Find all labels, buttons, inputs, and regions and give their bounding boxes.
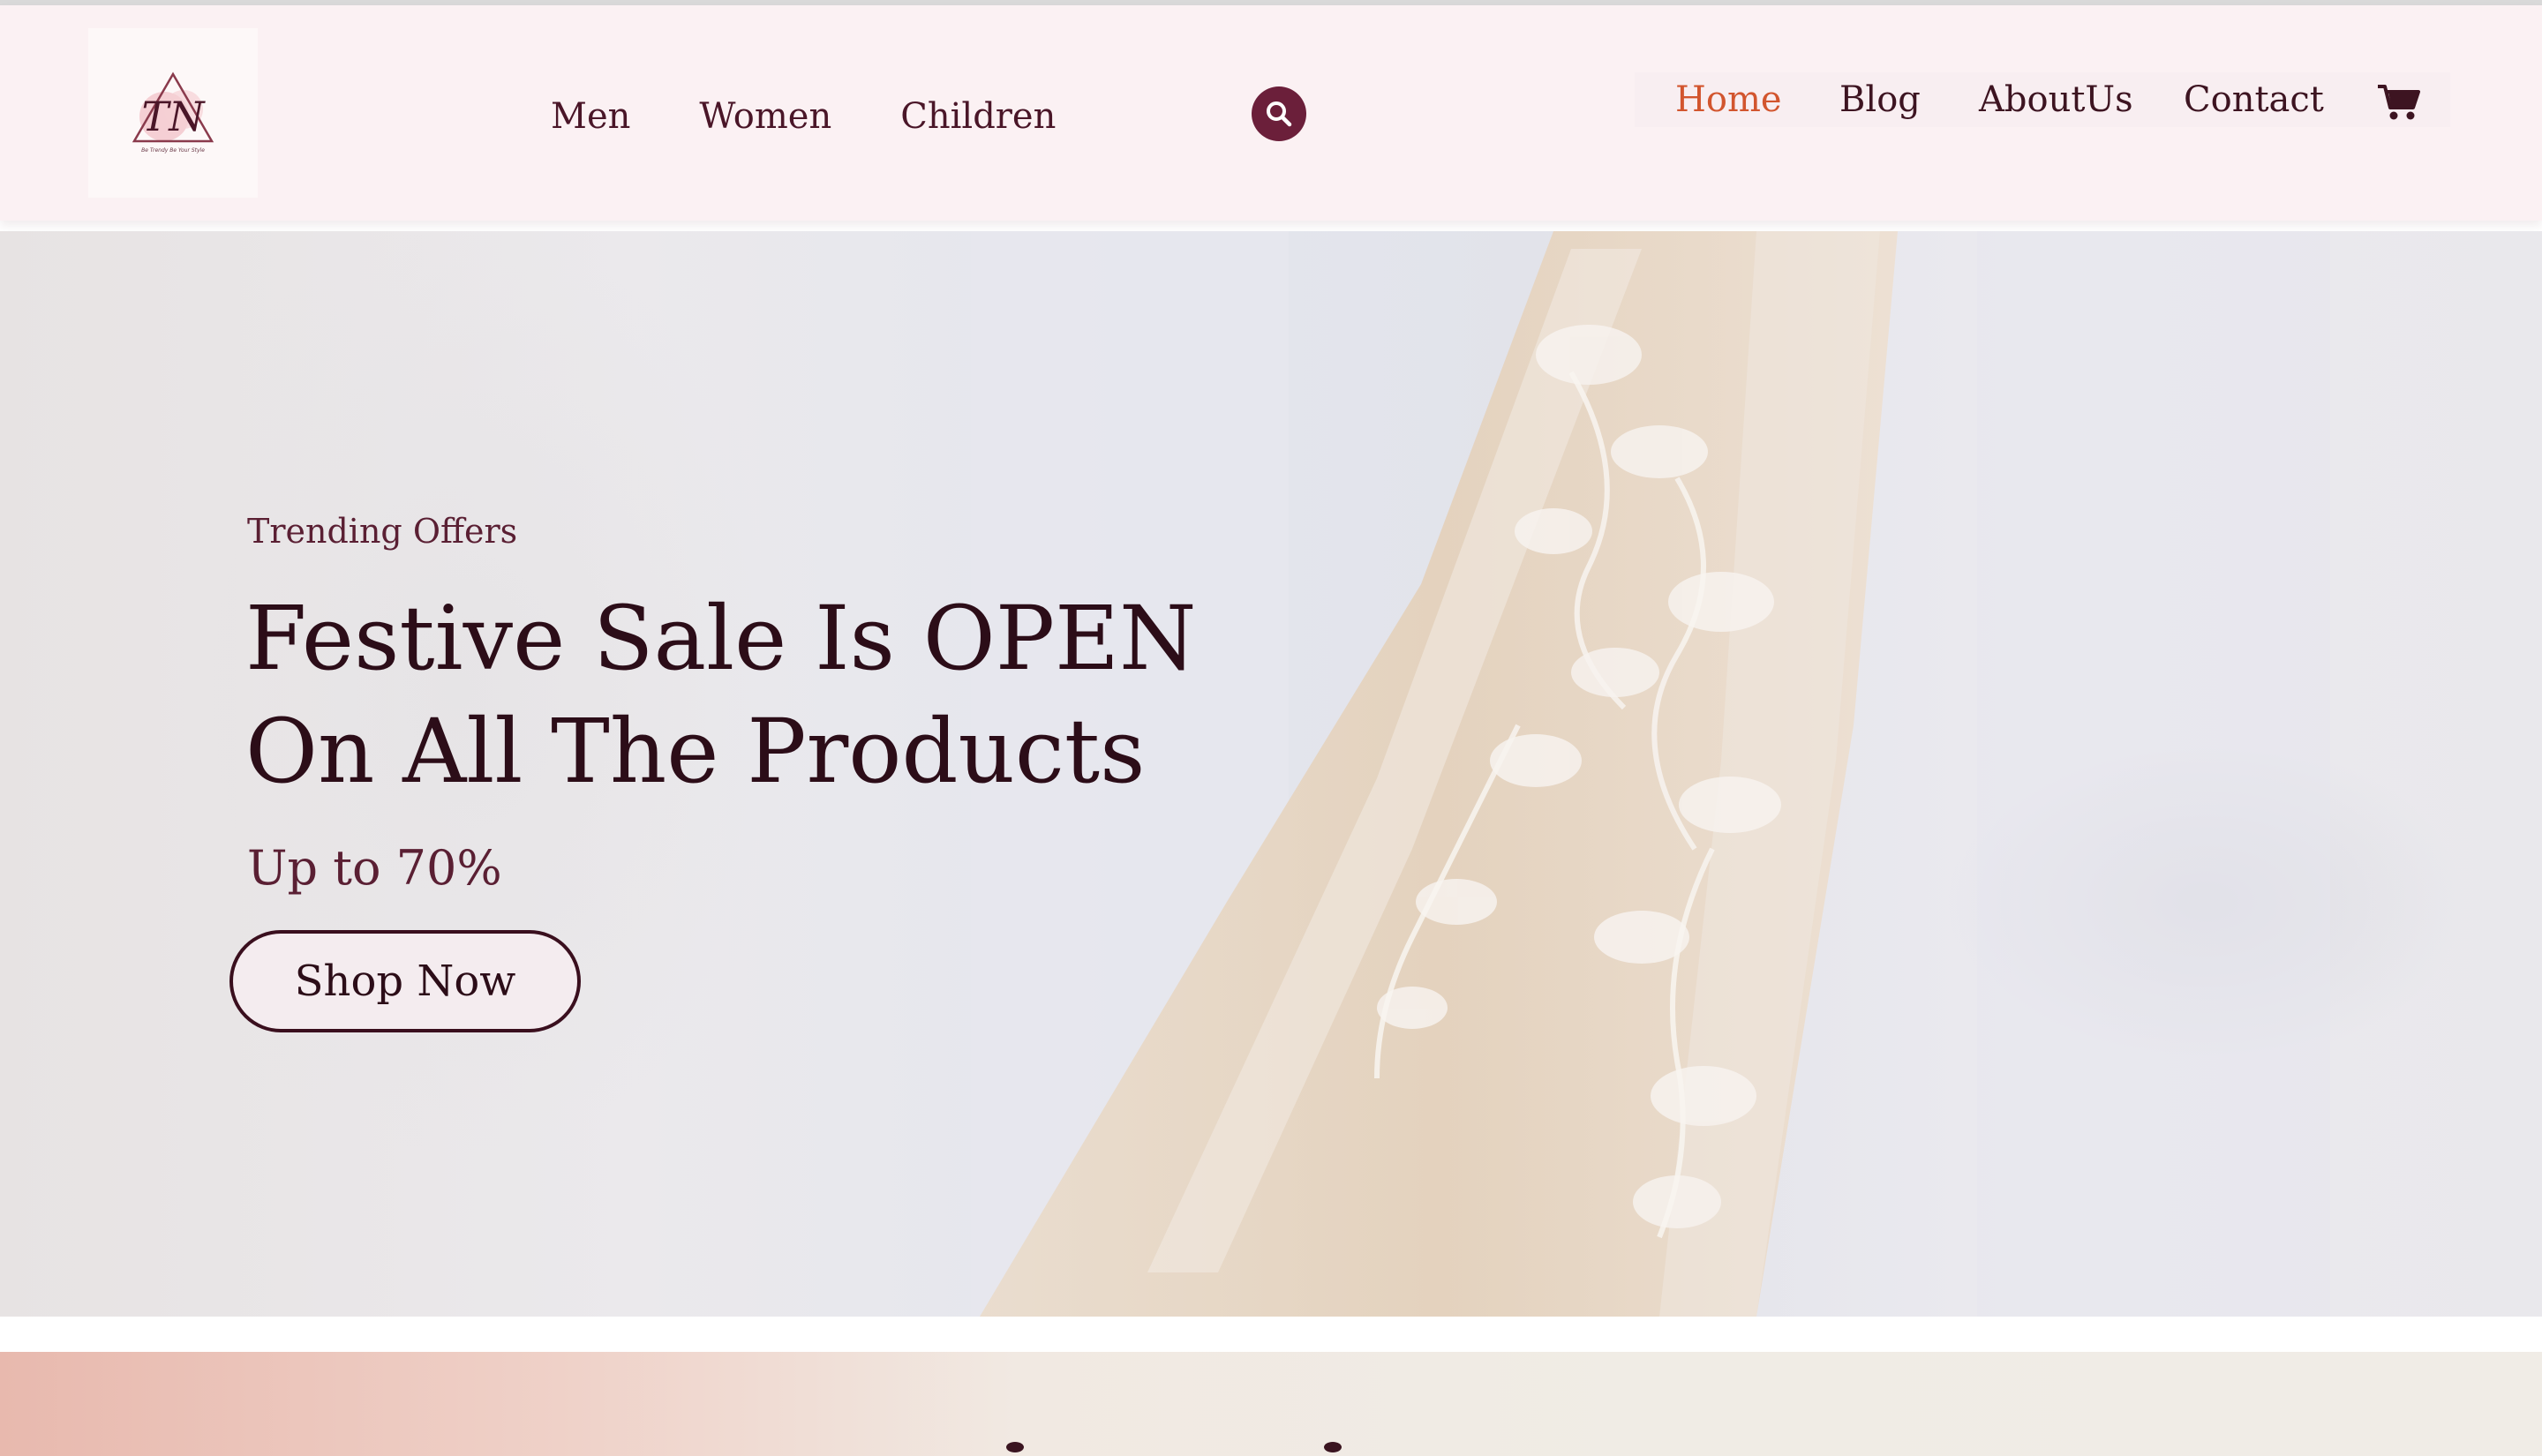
shopping-cart-icon[interactable] <box>2376 83 2422 122</box>
search-icon <box>1267 101 1292 127</box>
nav-home[interactable]: Home <box>1675 72 1782 127</box>
logo-tagline: Be Trendy Be Your Style <box>141 147 205 154</box>
next-section-preview <box>0 1352 2542 1456</box>
hero-discount: Up to 70% <box>247 840 502 896</box>
hero-eyebrow: Trending Offers <box>247 512 518 551</box>
search-button[interactable] <box>1252 86 1306 141</box>
nav-children[interactable]: Children <box>900 90 1056 143</box>
nav-men[interactable]: Men <box>551 90 630 143</box>
nav-women[interactable]: Women <box>699 90 831 143</box>
category-nav: Men Women Children <box>551 90 1056 143</box>
nav-blog[interactable]: Blog <box>1839 72 1921 127</box>
hero-title: Festive Sale Is OPEN On All The Products <box>245 582 1305 808</box>
main-nav: Home Blog AboutUs Contact <box>1635 72 2450 127</box>
hero-banner: Trending Offers Festive Sale Is OPEN On … <box>0 231 2542 1317</box>
nav-aboutus[interactable]: AboutUs <box>1979 72 2133 127</box>
site-header: TN Be Trendy Be Your Style Men Women Chi… <box>0 5 2542 221</box>
brand-logo[interactable]: TN Be Trendy Be Your Style <box>88 28 258 198</box>
shop-now-button[interactable]: Shop Now <box>229 930 581 1032</box>
nav-contact[interactable]: Contact <box>2184 72 2324 127</box>
logo-letters: TN <box>142 93 207 140</box>
hero-title-line-2: On All The Products <box>245 700 1146 803</box>
section-heading-peek <box>1006 1442 1342 1452</box>
hero-title-line-1: Festive Sale Is OPEN <box>245 587 1197 690</box>
